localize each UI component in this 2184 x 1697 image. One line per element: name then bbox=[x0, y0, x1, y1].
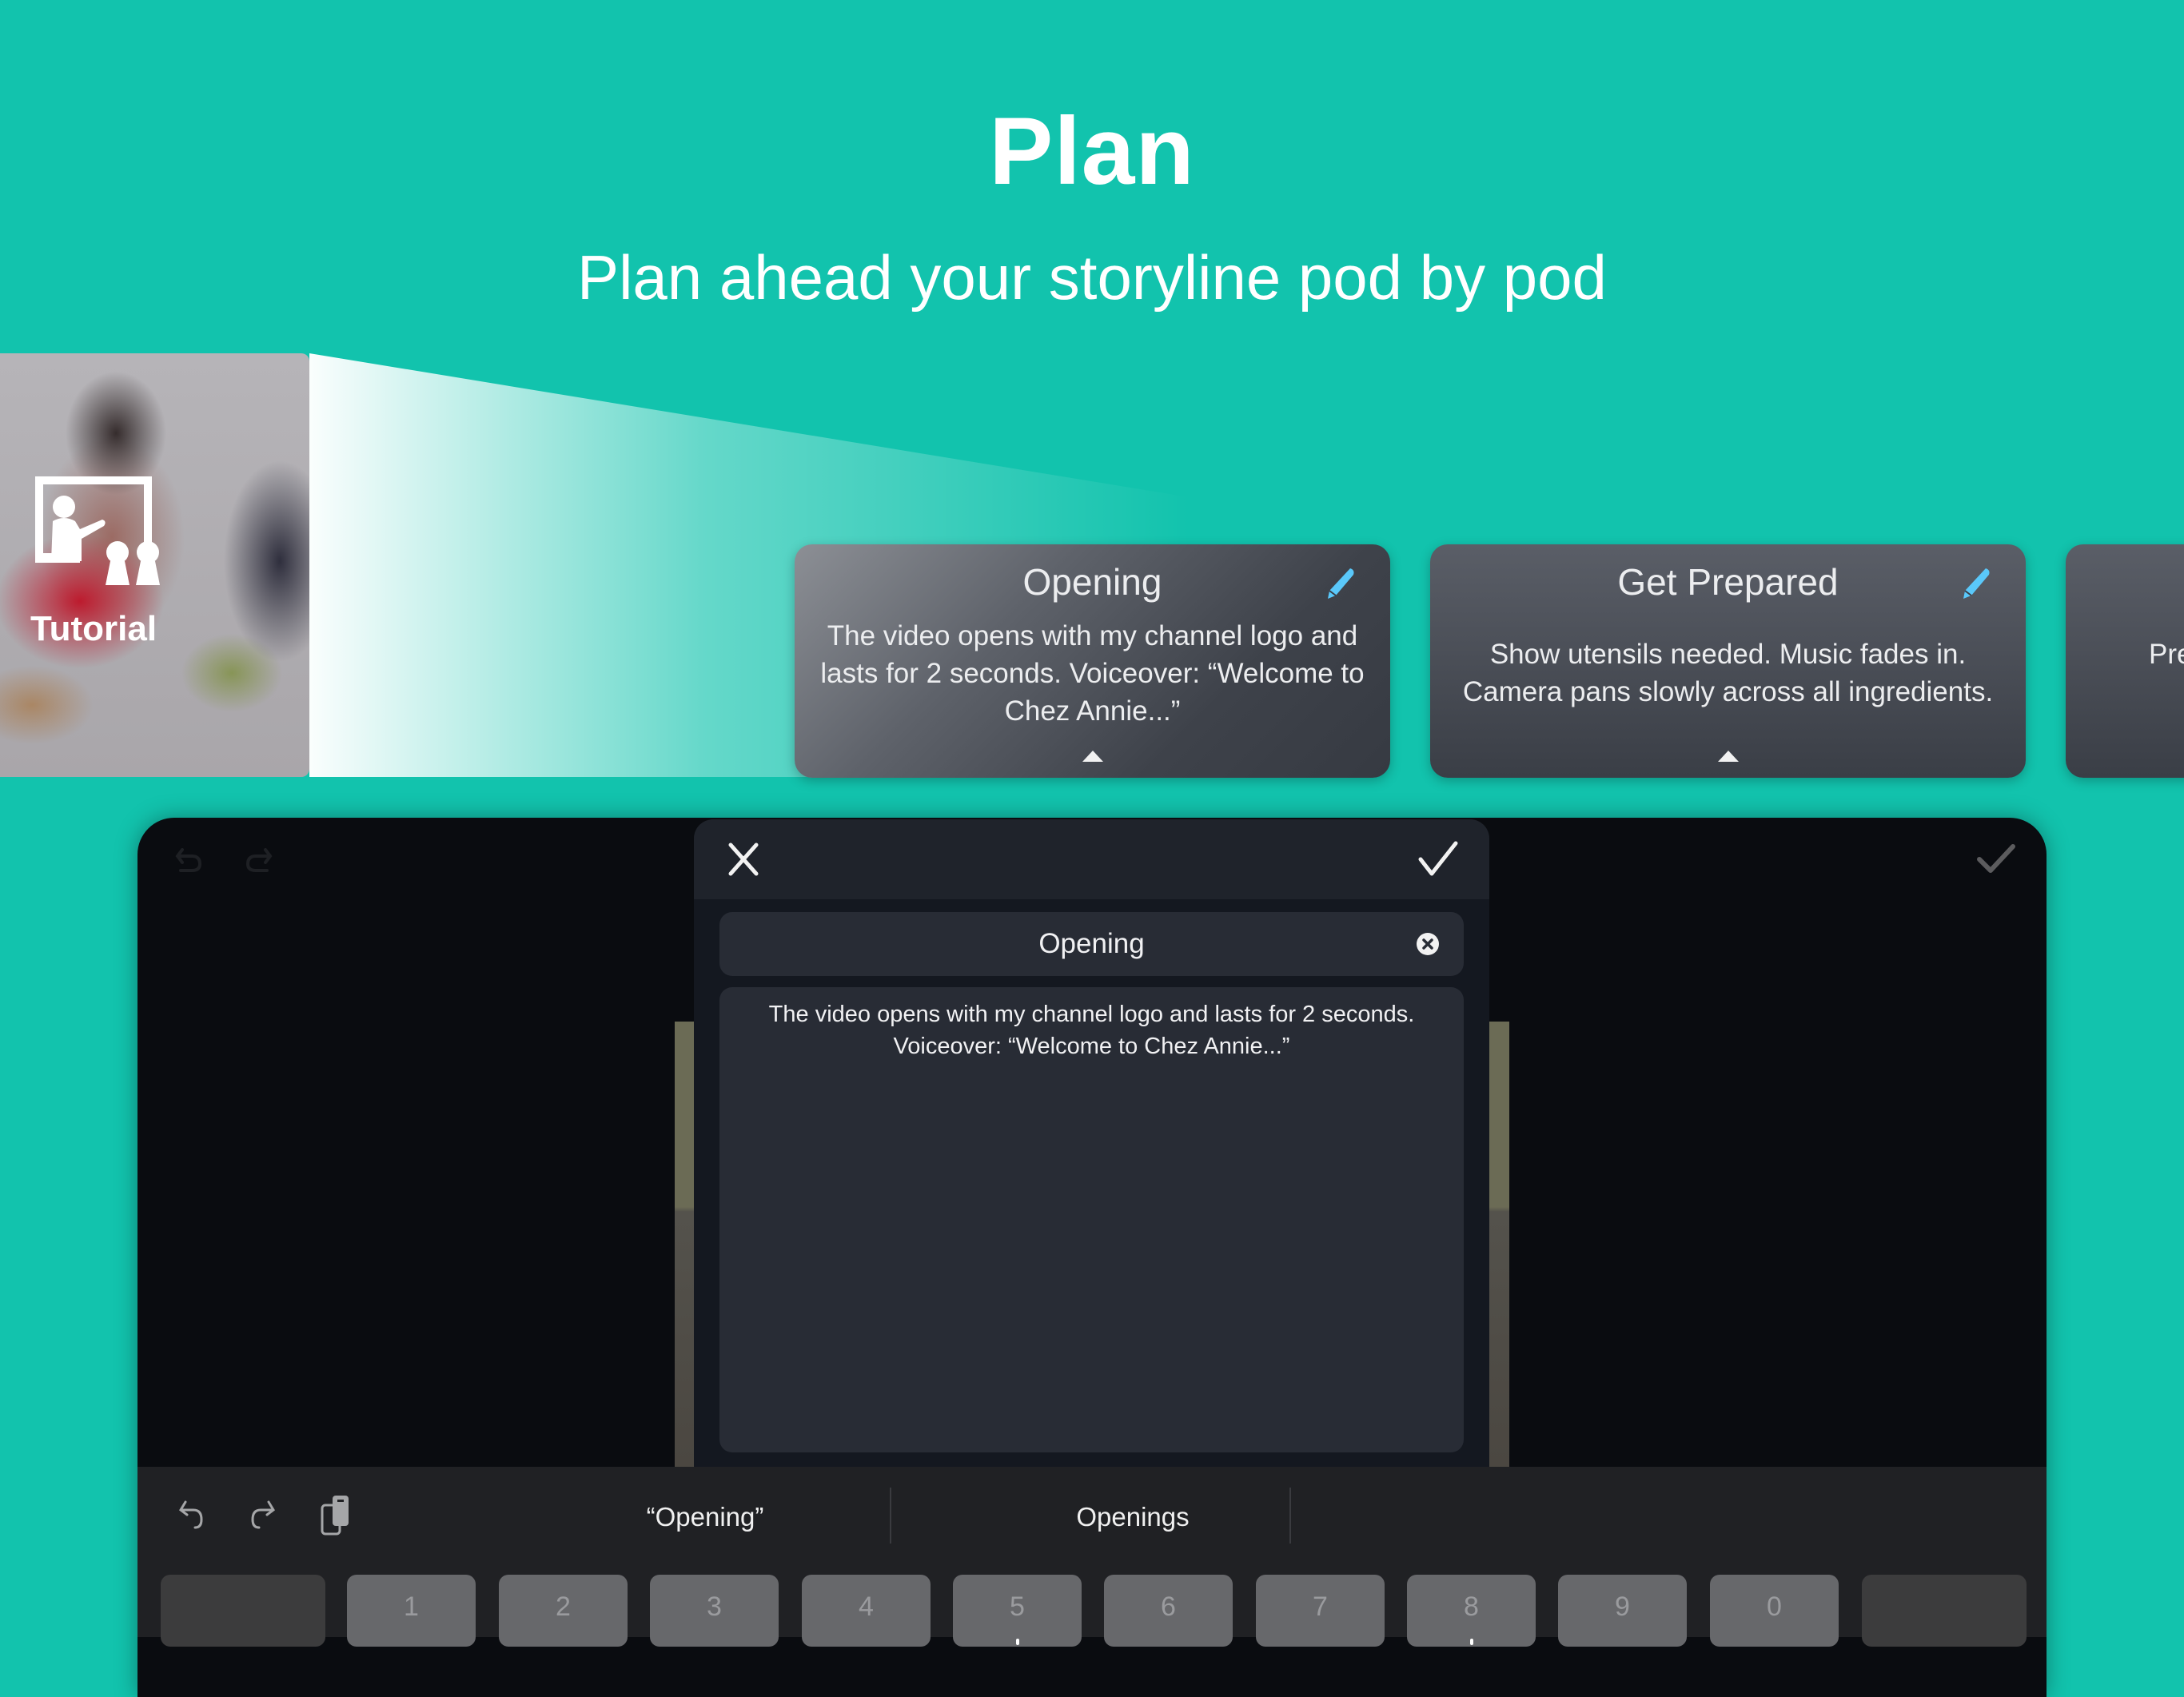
page-title: Plan bbox=[989, 98, 1195, 205]
modal-header bbox=[694, 819, 1489, 899]
key-4[interactable]: 4 bbox=[802, 1575, 931, 1647]
caret-up-icon bbox=[1717, 751, 1739, 762]
classroom-presentation-icon bbox=[35, 476, 160, 585]
undo-icon[interactable] bbox=[177, 1496, 206, 1532]
keyboard: “Opening” Openings 1 2 3 4 5 6 7 8 9 0 bbox=[137, 1467, 2047, 1647]
key-marker bbox=[1469, 1639, 1473, 1645]
redo-icon[interactable] bbox=[245, 847, 273, 875]
key-backspace[interactable] bbox=[1862, 1575, 2027, 1647]
tutorial-label: Tutorial bbox=[30, 609, 157, 648]
suggestion-divider bbox=[1289, 1488, 1291, 1544]
key-3[interactable]: 3 bbox=[650, 1575, 779, 1647]
close-icon[interactable] bbox=[726, 840, 761, 878]
page-subtitle: Plan ahead your storyline pod by pod bbox=[577, 242, 1607, 313]
pencil-icon[interactable] bbox=[1321, 565, 1357, 600]
clear-circle-icon[interactable] bbox=[1416, 932, 1440, 956]
pod-card-opening[interactable]: Opening The video opens with my channel … bbox=[795, 544, 1390, 778]
key-0[interactable]: 0 bbox=[1710, 1575, 1839, 1647]
pod-title: Get Prepared bbox=[1617, 561, 1839, 603]
checkmark-icon[interactable] bbox=[1975, 840, 2018, 883]
suggestion-quoted[interactable]: “Opening” bbox=[585, 1499, 825, 1536]
paste-icon[interactable] bbox=[320, 1494, 352, 1536]
suggestion-openings[interactable]: Openings bbox=[973, 1499, 1293, 1536]
key-5[interactable]: 5 bbox=[953, 1575, 1082, 1647]
pod-description: Show utensils needed. Music fades in. Ca… bbox=[1462, 639, 1994, 707]
pod-description-textarea[interactable]: The video opens with my channel logo and… bbox=[719, 987, 1464, 1452]
key-8[interactable]: 8 bbox=[1407, 1575, 1536, 1647]
pod-card-partial[interactable]: Pre bbox=[2066, 544, 2184, 778]
pod-title: Opening bbox=[1022, 561, 1162, 603]
pod-description: The video opens with my channel logo and… bbox=[820, 620, 1365, 727]
key-marker bbox=[1015, 1639, 1019, 1645]
suggestion-divider bbox=[890, 1488, 891, 1544]
key-2[interactable]: 2 bbox=[499, 1575, 628, 1647]
key-tab[interactable] bbox=[161, 1575, 325, 1647]
tutorial-thumbnail[interactable]: Tutorial bbox=[0, 353, 309, 777]
suggestion-empty[interactable] bbox=[1305, 1499, 1784, 1536]
undo-icon[interactable] bbox=[174, 847, 203, 875]
pod-edit-modal: Opening The video opens with my channel … bbox=[694, 819, 1489, 1491]
key-9[interactable]: 9 bbox=[1558, 1575, 1687, 1647]
caret-up-icon bbox=[1082, 751, 1103, 762]
pod-title-value: Opening bbox=[1038, 928, 1145, 959]
pod-description-value: The video opens with my channel logo and… bbox=[768, 1002, 1415, 1059]
pod-card-get-prepared[interactable]: Get Prepared Show utensils needed. Music… bbox=[1430, 544, 2026, 778]
key-6[interactable]: 6 bbox=[1104, 1575, 1233, 1647]
redo-icon[interactable] bbox=[248, 1496, 277, 1532]
key-7[interactable]: 7 bbox=[1256, 1575, 1385, 1647]
key-label: 8 bbox=[1464, 1591, 1479, 1622]
key-1[interactable]: 1 bbox=[347, 1575, 476, 1647]
pencil-icon[interactable] bbox=[1957, 565, 1992, 600]
pod-title-input[interactable]: Opening bbox=[719, 912, 1464, 976]
checkmark-icon[interactable] bbox=[1417, 839, 1459, 880]
key-label: 5 bbox=[1010, 1591, 1025, 1622]
pod-description: Pre bbox=[2149, 639, 2184, 670]
